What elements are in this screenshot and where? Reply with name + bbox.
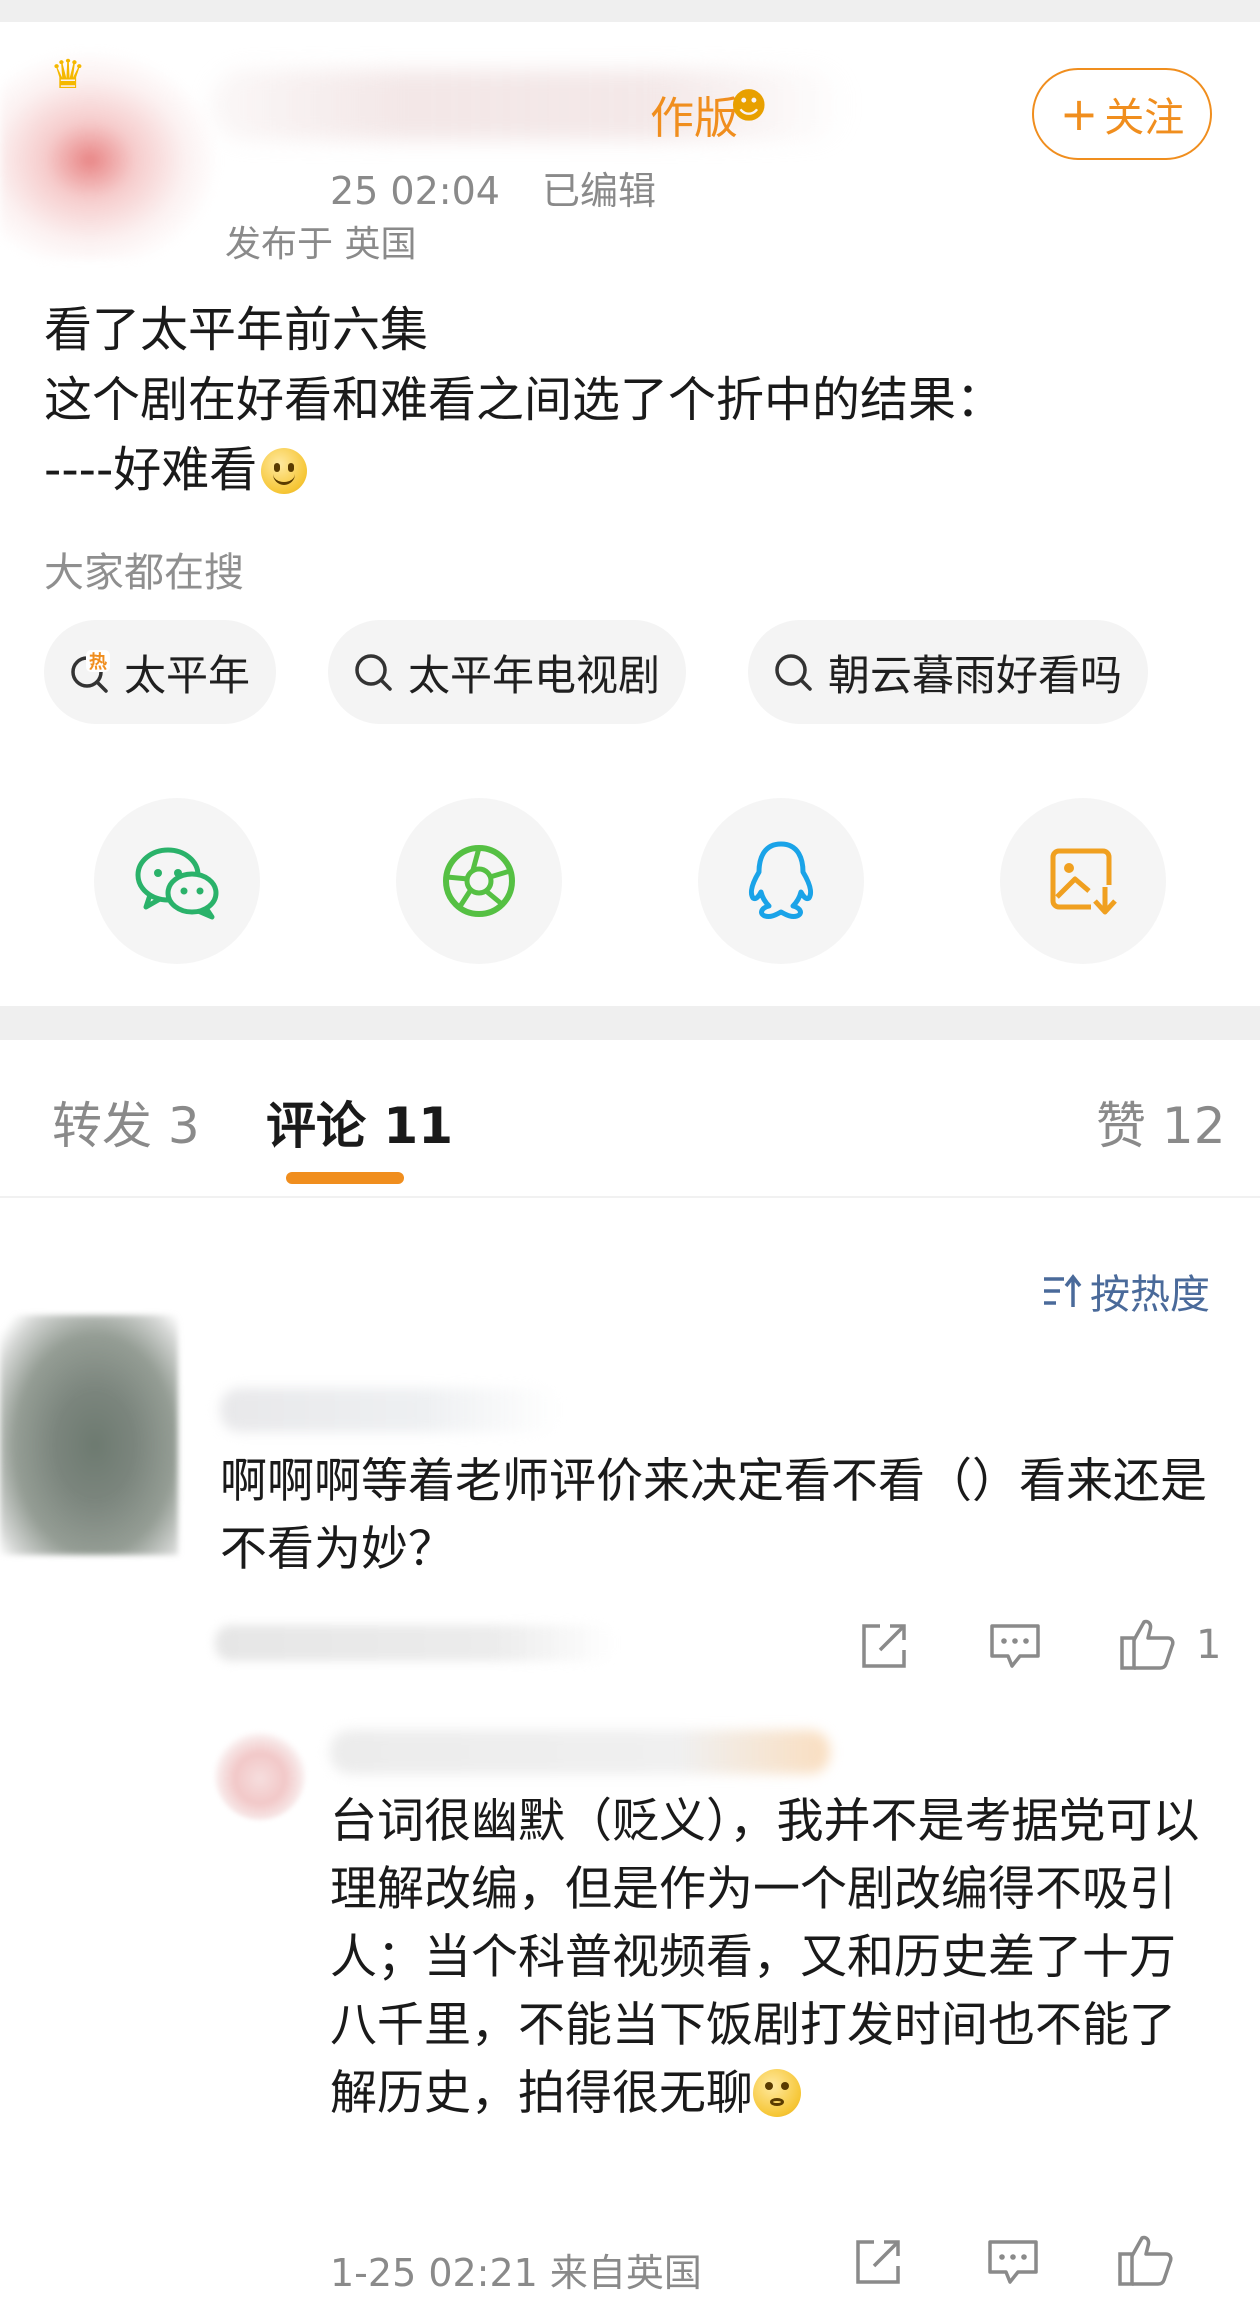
vip-badge-icon: ☻	[730, 86, 768, 127]
comment-author-blurred[interactable]	[220, 1388, 560, 1432]
moments-icon	[443, 845, 515, 917]
qq-icon	[748, 841, 814, 919]
edited-label: 已编辑	[542, 169, 657, 213]
reply-author-blurred[interactable]	[330, 1730, 830, 1774]
tab-repost[interactable]: 转发 3	[52, 1086, 200, 1158]
comment-reply-button[interactable]	[988, 1620, 1042, 1672]
comment-like-button[interactable]	[1118, 1616, 1176, 1672]
post-text-emphasis: ----好难看	[44, 442, 258, 498]
svg-text:热: 热	[89, 651, 107, 673]
search-chip-label: 太平年电视剧	[408, 650, 661, 700]
sort-by-hot-button[interactable]: 按热度	[1040, 1262, 1210, 1320]
search-chip-label: 太平年	[124, 650, 251, 700]
share-icon	[856, 2240, 900, 2284]
save-image-button[interactable]	[1000, 798, 1166, 964]
search-chip-3[interactable]: 朝云暮雨好看吗	[748, 620, 1149, 724]
comment-like-count: 1	[1196, 1622, 1222, 1668]
tabs-divider	[0, 1196, 1260, 1198]
comment-icon	[990, 1624, 1040, 1668]
reply-avatar[interactable]	[214, 1728, 306, 1820]
comment-share-button[interactable]	[858, 1620, 910, 1672]
post-time: 25 02:04	[330, 169, 500, 213]
thumbs-up-icon	[1120, 1619, 1175, 1670]
author-avatar[interactable]	[0, 40, 230, 260]
plus-icon: +	[1059, 87, 1099, 141]
save-image-icon	[1050, 848, 1119, 917]
reply-text-block: 台词很幽默（贬义），我并不是考据党可以理解改编，但是作为一个剧改编得不吸引人；当…	[330, 1788, 1210, 2128]
share-icon	[862, 1624, 906, 1668]
comment-time-blurred	[215, 1625, 615, 1661]
comment-icon	[988, 2240, 1038, 2284]
search-icon	[355, 654, 392, 691]
trending-search-label: 大家都在搜	[44, 550, 244, 596]
reply-time: 1-25 02:21 来自英国	[330, 2251, 702, 2295]
follow-button[interactable]: + 关注	[1032, 68, 1212, 160]
comment-avatar[interactable]	[0, 1315, 178, 1555]
share-moments-button[interactable]	[396, 798, 562, 964]
post-text-line: 这个剧在好看和难看之间选了个折中的结果：	[44, 372, 1005, 428]
active-tab-indicator	[286, 1172, 404, 1184]
sort-icon	[1044, 1274, 1082, 1307]
share-qq-button[interactable]	[698, 798, 864, 964]
thumbs-up-icon	[1118, 2235, 1173, 2286]
tab-likes[interactable]: 赞 12	[1096, 1086, 1226, 1158]
author-name-tail[interactable]: 作版	[650, 82, 738, 146]
sort-label: 按热度	[1090, 1272, 1210, 1318]
crown-icon: ♛	[50, 52, 86, 98]
reply-like-button[interactable]	[1116, 2232, 1174, 2288]
comment-text: 啊啊啊等着老师评价来决定看不看（）看来还是不看为妙？	[220, 1454, 1207, 1577]
search-icon	[775, 654, 812, 691]
post-location: 发布于 英国	[225, 224, 417, 265]
post-body: 看了太平年前六集 这个剧在好看和难看之间选了个折中的结果： ----好难看	[44, 295, 1224, 505]
tab-comments[interactable]: 评论 11	[266, 1086, 453, 1158]
search-chip-label: 朝云暮雨好看吗	[828, 650, 1123, 700]
search-chip-2[interactable]: 太平年电视剧	[328, 620, 687, 724]
hot-search-icon: 热	[71, 650, 110, 693]
wechat-icon	[135, 847, 219, 920]
post-meta: 25 02:04 已编辑	[330, 160, 656, 215]
reply-comment-button[interactable]	[986, 2236, 1040, 2288]
follow-label: 关注	[1104, 95, 1185, 141]
reply-share-button[interactable]	[852, 2236, 904, 2288]
search-chip-1[interactable]: 热 太平年	[44, 620, 277, 724]
confused-emoji-icon	[753, 2069, 801, 2117]
section-divider	[0, 1006, 1260, 1040]
post-text-line: 看了太平年前六集	[44, 302, 429, 358]
share-wechat-button[interactable]	[94, 798, 260, 964]
smile-emoji-icon	[261, 448, 308, 494]
post-text-line: ----好难看	[44, 435, 1224, 505]
top-strip	[0, 0, 1260, 22]
